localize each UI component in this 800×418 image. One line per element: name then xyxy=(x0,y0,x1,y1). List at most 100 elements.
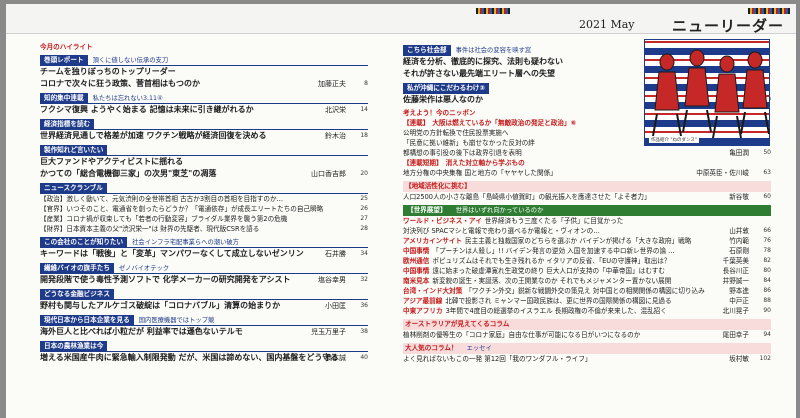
article-title: 民主主義と独裁国家のどちらを選ぶか バイデンが掲げる「大きな政府」戦略 xyxy=(465,237,692,245)
page-number: 14 xyxy=(360,106,368,113)
section-label: 製作知れど言いたい xyxy=(40,145,108,155)
section-label: どうなる金融ビジネス xyxy=(40,289,114,299)
section-bar-world: 【世界展望】 世界はいずれ向かっているのか xyxy=(403,205,771,216)
article-category: 中東アフリカ xyxy=(403,307,443,315)
article-title: 世界経済見通しで格差が加速 ワクチン戦略が経済回復を決める xyxy=(40,131,267,140)
section-tag: 事件は社会の変容を映す窓 xyxy=(455,47,532,54)
article-row[interactable]: フクシマ復興 ようやく始まる 記憶は未来に引き継がれるか 北沢栄 14 xyxy=(40,104,368,116)
section-label: この会社のことが知りたい xyxy=(40,237,128,247)
article-row[interactable]: コロナで次々に狂う政策、菅首相はもつのか 加藤正夫 8 xyxy=(40,78,368,90)
article-author: 加藤正夫 xyxy=(318,80,346,88)
section-bar-column: 大人気のコラム！ エッセイ xyxy=(403,343,771,354)
page-number: 63 xyxy=(763,169,771,176)
article-row[interactable]: 世界経済見通しで格差が加速 ワクチン戦略が経済回復を決める 鈴木治 18 xyxy=(40,130,368,142)
article-author: 小田匡 xyxy=(325,302,346,310)
page-number: 102 xyxy=(759,355,771,362)
article-row[interactable]: キーワードは「戦後」と「変革」マンパワーなくして成立しないゼンリン 石井勝 34 xyxy=(40,248,368,260)
article-row[interactable]: アメリカインサイト 民主主義と独裁国家のどちらを選ぶか バイデンが掲げる「大きな政… xyxy=(403,236,771,246)
article-row[interactable]: よく見ればないもこの一発 第12回「我のワンダフル・ライフ」 坂村敏 102 xyxy=(403,354,771,364)
article-row[interactable]: 海外巨人と比べれば小粒だが 利益率では遜色ないテルモ 児玉万里子 38 xyxy=(40,326,368,338)
section-header: 日本の農林漁業は今 xyxy=(40,341,368,352)
article-category: 【連載】 xyxy=(403,119,430,127)
article-title: 新変貌の誕生・実誕落、次の王開業なのか それでもメジャメンター置かない展開 xyxy=(432,277,672,285)
section-label: 大人気のコラム！ xyxy=(405,344,458,352)
page-number: 26 xyxy=(360,205,368,212)
cover-artwork: 作品紹介 "ねのダンス" xyxy=(644,39,770,146)
article-author: 児玉万里子 xyxy=(311,328,346,336)
article-title: 【財界】日本資本主義の父"渋沢栄一"は 財界の先駆者、現代版CSRを語る xyxy=(40,225,260,233)
section-bar-local: 【地域活性化に挑む】 xyxy=(403,181,771,192)
article-title: よく見ればないもこの一発 第12回「我のワンダフル・ライフ」 xyxy=(403,355,592,363)
article-row[interactable]: 巨大ファンドやアクティビストに揺れる xyxy=(40,156,368,168)
article-row[interactable]: ワールド・ビジネス・アイ 世界経済もう三度くたる「子供」に目覚かった xyxy=(403,216,771,226)
section-label: 知的集中連載 xyxy=(40,93,88,103)
article-row[interactable]: 地方分権の中央集権 国と地方の「ヤヤヤした関係」 中原英臣・佐川峻 63 xyxy=(403,168,771,178)
article-category: アジア最前線 xyxy=(403,297,443,305)
section-bar-australia: オーストラリアが見えてくるコラム xyxy=(403,319,771,330)
article-title: 都構想の事引役の後下は政界引退を表明 xyxy=(403,149,522,157)
section-tag: 頂くに値しない伝承の支刀 xyxy=(92,56,169,64)
article-category: 中国事情 xyxy=(403,247,430,255)
article-row[interactable]: 【産業】コロナ禍が収束しても「若者の行動変容」ブライダル業界を襲う第2の危機 27 xyxy=(40,214,368,224)
article-row[interactable]: 対決列び SPACマシと電報で売わり選べるか電報と・ヴィオンの… 山井敦 66 xyxy=(403,226,771,236)
article-title: ポピュリズムはそれでも生き残れるか イタリアの反省、「EUの守護神」取出は？ xyxy=(432,257,671,265)
article-author: 井野誠一 xyxy=(722,277,749,285)
page-number: 32 xyxy=(360,276,368,283)
dancing-figures-illustration xyxy=(652,49,770,139)
article-title: 野村も関与したアルケゴス破綻は「コロナバブル」清算の始まりか xyxy=(40,301,281,310)
page-number: 90 xyxy=(763,307,771,314)
article-title: 「プーチンは人殺し」!! バイデン発言の逆効 入国を加速する中ロ新レ世界の論 … xyxy=(432,247,675,255)
article-row[interactable]: 開発段階で使う毒性予測ソフトで 化学メーカーの研究開発をアシスト 塩谷幸男 32 xyxy=(40,274,368,286)
article-row[interactable]: 増える米国産牛肉に緊急輸入制限発動 だが、米国は諦めない、国内基盤をどう守る 橋本… xyxy=(40,352,368,364)
article-row[interactable]: 人口2500人の小さな離島「島崎県小値賀町」の観光振入を應達させた「よそ者力」 … xyxy=(403,192,771,202)
page-number: 8 xyxy=(364,80,368,87)
section-tag: 私たちは忘れない3.11④ xyxy=(92,94,163,102)
section-header: 製作知れど言いたい xyxy=(40,145,368,156)
section-header: ニュースクランブル xyxy=(40,183,368,194)
article-row[interactable]: 南米見本 新変貌の誕生・実誕落、次の王開業なのか それでもメジャメンター置かない展… xyxy=(403,276,771,286)
article-title: 3年間で4度目の総選挙のイスラエル 長期政権の不倫が来来した、混乱招く xyxy=(445,307,667,315)
article-title: 海外巨人と比べれば小粒だが 利益率では遜色ないテルモ xyxy=(40,327,243,336)
article-author: 橋本誠 xyxy=(325,354,346,362)
article-author: 北川晃子 xyxy=(722,307,749,315)
magazine-title: ニューリーダー xyxy=(672,17,785,35)
article-title: 対決列び SPACマシと電報で売わり選べるか電報と・ヴィオンの… xyxy=(403,227,600,235)
article-title: それが許さない最先端エリート層への失望 xyxy=(403,69,555,78)
article-row[interactable]: チームを独りぼっちのトップリーダー xyxy=(40,66,368,78)
article-row[interactable]: 【政治】激しく動いて、元気渋則の全世帯首相 古古か3割目の首相を目指すのか… 25 xyxy=(40,194,368,204)
article-title: フクシマ復興 ようやく始まる 記憶は未来に引き継がれるか xyxy=(40,105,254,114)
article-author: 石井勝 xyxy=(325,250,346,258)
article-title: 「民意に拠い維新」も崩せなかった反対の絆 xyxy=(403,139,535,147)
article-row[interactable]: かつての「総合電機御三家」の次男"東芝"の凋落 山口香吉郎 20 xyxy=(40,168,368,180)
article-row[interactable]: 中東アフリカ 3年間で4度目の総選挙のイスラエル 長期政権の不倫が来来した、混乱招… xyxy=(403,306,771,316)
article-title: チームを独りぼっちのトップリーダー xyxy=(40,67,176,76)
article-title: 経済を分析、徹底的に探究、法則も疑わない xyxy=(403,57,563,66)
section-tag: 社会インフラ宅配事業らへの潮い破方 xyxy=(132,238,239,246)
page-number: 18 xyxy=(360,132,368,139)
article-row[interactable]: 【財界】日本資本主義の父"渋沢栄一"は 財界の先駆者、現代版CSRを語る 28 xyxy=(40,224,368,234)
article-category: 【連載短期】 xyxy=(403,159,443,167)
article-title: 大阪は燃えているか「無敵政治の発足と政治」⑥ xyxy=(432,119,577,127)
article-row[interactable]: 都構想の事引役の後下は政界引退を表明 亀田潤 50 xyxy=(403,148,771,158)
article-author: 北沢栄 xyxy=(325,106,346,114)
article-row[interactable]: アジア最前線 北韓で投影され ミャンマー国政民族は、更に世界の国際関係の構図に見過… xyxy=(403,296,771,306)
page-number: 40 xyxy=(360,354,368,361)
article-row[interactable]: 【官界】いつそのこと、電通省を創ったらどうか？「電通依存」が成長エリートたちの自… xyxy=(40,204,368,214)
article-row[interactable]: 欧州通信 ポピュリズムはそれでも生き残れるか イタリアの反省、「EUの守護神」取出… xyxy=(403,256,771,266)
article-row[interactable]: 野村も関与したアルケゴス破綻は「コロナバブル」清算の始まりか 小田匡 36 xyxy=(40,300,368,312)
article-row[interactable]: 中国事情 遠に始まった破虚潭寛れ生政党の終り 巨大人口が支持の「中華帝国」はむすむ… xyxy=(403,266,771,276)
article-category: 中国事情 xyxy=(403,267,430,275)
article-row[interactable]: 中国事情 「プーチンは人殺し」!! バイデン発言の逆効 入国を加速する中ロ新レ世界… xyxy=(403,246,771,256)
section-tag: 世界はいずれ向かっているのか xyxy=(455,207,544,214)
article-row[interactable]: 台湾・インド大対策 「ワクチン外交」鋭新な戦闘外交の策見え 対中国との相関関係の構… xyxy=(403,286,771,296)
article-title: コロナで次々に狂う政策、菅首相はもつのか xyxy=(40,79,200,88)
article-title: 増える米国産牛肉に緊急輸入制限発動 だが、米国は諦めない、国内基盤をどう守る xyxy=(40,353,339,362)
section-header: 知的集中連載 私たちは忘れない3.11④ xyxy=(40,93,368,104)
page-number: 80 xyxy=(763,267,771,274)
article-row[interactable]: 植林削剤の優等生の「コロナ家庭」自由な仕事が可能になる日がいつになるのか 尾田幸… xyxy=(403,330,771,340)
article-title: 遠に始まった破虚潭寛れ生政党の終り 巨大人口が支持の「中華帝国」はむすむ xyxy=(432,267,665,275)
article-row[interactable]: 【連載短期】 消えた対立軸から学ぶもの xyxy=(403,158,771,168)
issue-date: 2021 May xyxy=(579,18,635,31)
article-title: 【産業】コロナ禍が収束しても「若者の行動変容」ブライダル業界を襲う第2の危機 xyxy=(40,215,288,223)
section-label: 【地域活性化に挑む】 xyxy=(405,182,471,190)
